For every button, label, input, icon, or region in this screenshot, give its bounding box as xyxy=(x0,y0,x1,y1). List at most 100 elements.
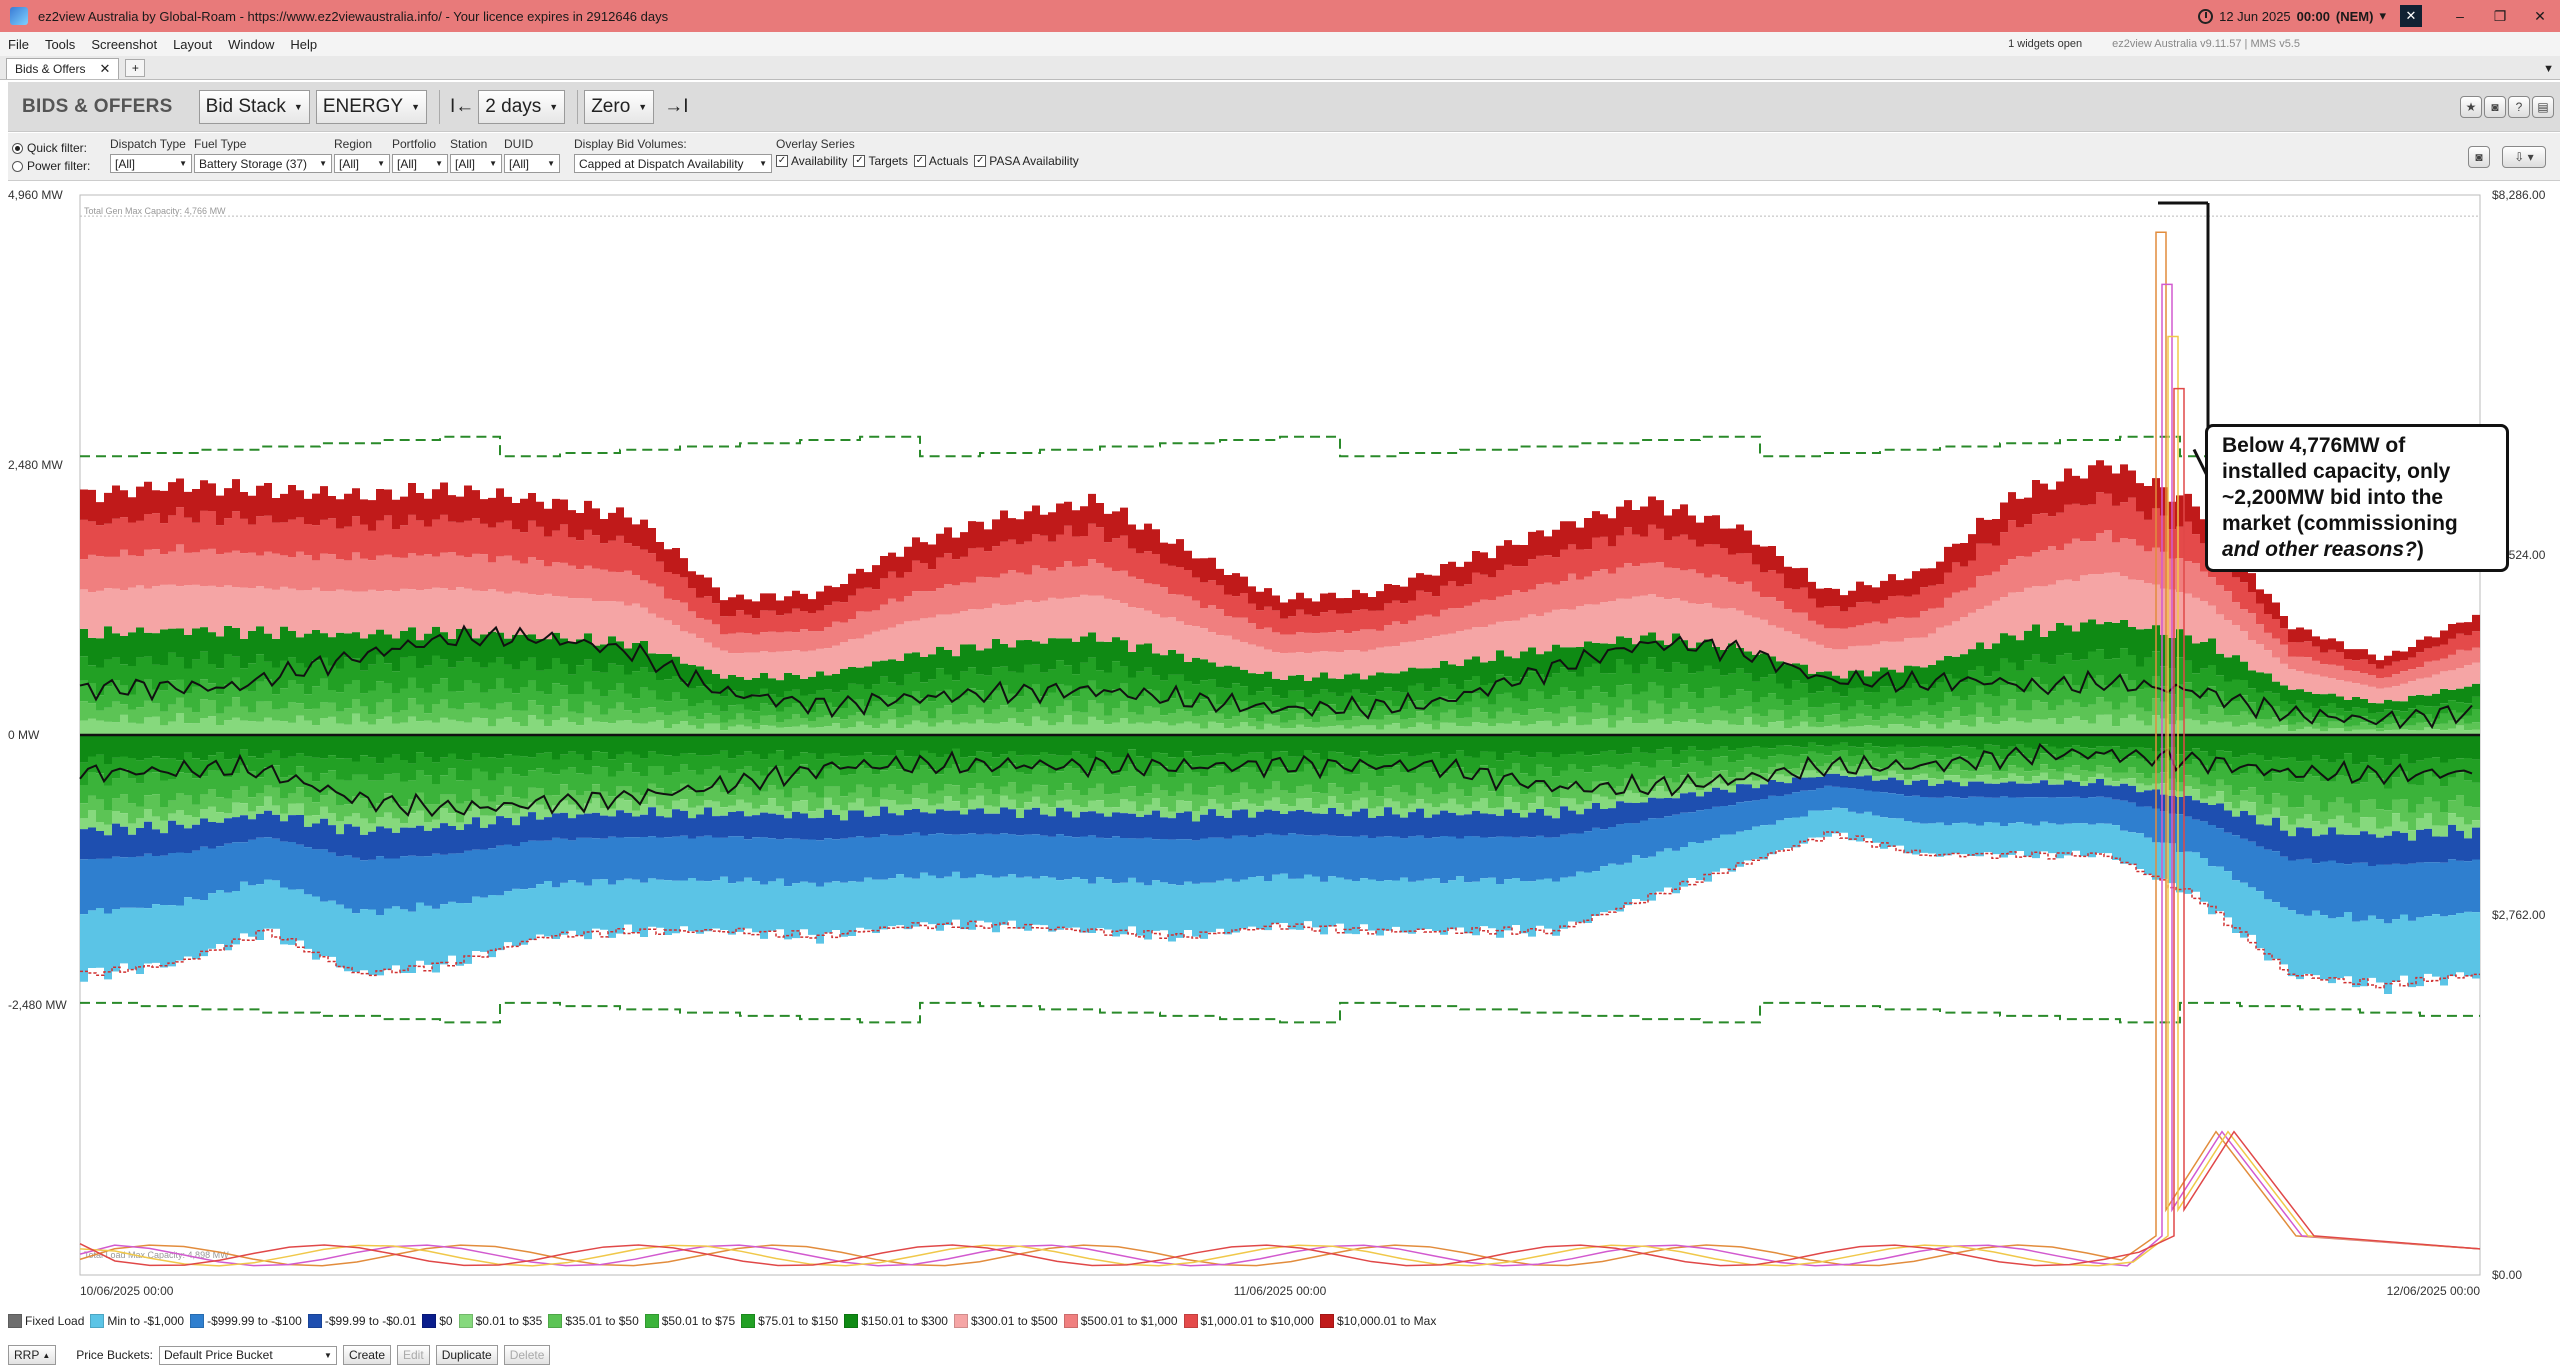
y-axis-tick-label: 2,480 MW xyxy=(8,458,63,472)
legend-item[interactable]: $0 xyxy=(422,1314,453,1328)
legend-label: $0.01 to $35 xyxy=(475,1314,543,1328)
x-axis-tick-label: 11/06/2025 00:00 xyxy=(1234,1284,1327,1298)
export-icon[interactable]: ⇩ ▾ xyxy=(2502,146,2546,168)
legend-item[interactable]: $150.01 to $300 xyxy=(844,1314,948,1328)
step-back-icon[interactable]: I← xyxy=(450,96,474,118)
legend-swatch xyxy=(953,1314,968,1328)
price-buckets-select[interactable]: Default Price Bucket ▼ xyxy=(158,1345,337,1365)
rrp-dropdown[interactable]: RRP ▲ xyxy=(8,1345,57,1365)
rrp-label: RRP xyxy=(14,1348,40,1362)
menu-screenshot[interactable]: Screenshot xyxy=(83,37,165,52)
minimize-button[interactable]: – xyxy=(2440,8,2480,24)
radio-icon xyxy=(12,160,23,172)
view-dropdown[interactable]: Bid Stack ▼ xyxy=(198,89,310,124)
zero-dropdown[interactable]: Zero ▼ xyxy=(584,89,655,124)
legend-item[interactable]: -$999.99 to -$100 xyxy=(190,1314,302,1328)
add-tab-button[interactable]: + xyxy=(125,59,146,77)
help-icon[interactable]: ? xyxy=(2508,95,2530,118)
availability-line xyxy=(80,1001,2480,1024)
legend-item[interactable]: Min to -$1,000 xyxy=(90,1314,184,1328)
legend-item[interactable]: $10,000.01 to Max xyxy=(1319,1314,1436,1328)
fuel-type-select[interactable]: Battery Storage (37) ▼ xyxy=(194,154,332,173)
station-select[interactable]: [All] ▼ xyxy=(450,154,502,173)
region-select[interactable]: [All] ▼ xyxy=(334,154,390,173)
duid-select[interactable]: [All] ▼ xyxy=(504,154,560,173)
legend-item[interactable]: $75.01 to $150 xyxy=(741,1314,838,1328)
portfolio-filter: Portfolio [All] ▼ xyxy=(392,137,448,173)
menu-tools[interactable]: Tools xyxy=(37,37,83,52)
market-clock[interactable]: 12 Jun 2025 00:00 (NEM) ▾ xyxy=(2198,8,2386,24)
legend-item[interactable]: $0.01 to $35 xyxy=(458,1314,543,1328)
quick-filter-radio[interactable]: Quick filter: xyxy=(12,139,90,157)
delete-button[interactable]: Delete xyxy=(503,1345,551,1365)
legend-label: $300.01 to $500 xyxy=(970,1314,1058,1328)
clock-market: (NEM) xyxy=(2335,8,2374,24)
bottom-bar: RRP ▲ Price Buckets: Default Price Bucket… xyxy=(8,1340,2560,1370)
clock-icon xyxy=(2198,8,2214,24)
star-icon[interactable]: ★ xyxy=(2460,95,2482,118)
power-filter-label: Power filter: xyxy=(27,159,91,173)
x-axis-tick-label: 10/06/2025 00:00 xyxy=(80,1284,174,1298)
mute-icon[interactable]: ✕ xyxy=(2400,5,2422,27)
duplicate-button[interactable]: Duplicate xyxy=(435,1345,498,1365)
legend-item[interactable]: $35.01 to $50 xyxy=(548,1314,639,1328)
app-window: ez2view Australia by Global-Roam - https… xyxy=(0,0,2560,1372)
step-forward-icon[interactable]: →I xyxy=(664,96,688,118)
span-value: 2 days xyxy=(485,95,542,117)
actuals-checkbox[interactable]: ✓ Actuals xyxy=(913,154,968,168)
window-title: ez2view Australia by Global-Roam - https… xyxy=(38,8,669,24)
dispatch-type-label: Dispatch Type xyxy=(110,137,186,151)
legend-item[interactable]: $500.01 to $1,000 xyxy=(1063,1314,1178,1328)
menu-layout[interactable]: Layout xyxy=(165,37,220,52)
span-dropdown[interactable]: 2 days ▼ xyxy=(478,89,566,124)
tab-bids-offers[interactable]: Bids & Offers ✕ xyxy=(6,58,120,79)
tab-strip: Bids & Offers ✕ + ▼ xyxy=(0,56,2560,80)
filter-bar: Quick filter: Power filter: Dispatch Typ… xyxy=(8,133,2560,181)
radio-icon xyxy=(12,142,23,154)
legend-swatch xyxy=(1183,1314,1198,1328)
close-button[interactable]: ✕ xyxy=(2520,8,2560,25)
menu-file[interactable]: File xyxy=(0,37,37,52)
legend-item[interactable]: -$99.99 to -$0.01 xyxy=(307,1314,416,1328)
menu-help[interactable]: Help xyxy=(282,37,325,52)
legend-item[interactable]: $1,000.01 to $10,000 xyxy=(1183,1314,1314,1328)
chevron-down-icon[interactable]: ▼ xyxy=(2543,63,2554,75)
price-buckets-value: Default Price Bucket xyxy=(163,1348,273,1362)
check-icon: ✓ xyxy=(853,155,866,167)
legend-swatch xyxy=(90,1314,105,1328)
create-button[interactable]: Create xyxy=(342,1345,391,1365)
widgets-open-count: 1 widgets open xyxy=(2008,38,2083,50)
portfolio-select[interactable]: [All] ▼ xyxy=(392,154,448,173)
close-icon[interactable]: ✕ xyxy=(99,61,110,77)
camera-icon[interactable]: ◙ xyxy=(2484,95,2506,118)
legend-label: $0 xyxy=(439,1314,453,1328)
market-dropdown[interactable]: ENERGY ▼ xyxy=(315,89,427,124)
camera-icon[interactable]: ◙ xyxy=(2468,146,2490,168)
bid-stack-chart[interactable]: Total Gen Max Capacity: 4,766 MW Total Lo… xyxy=(8,183,2560,1306)
annotation-line: market (commissioning xyxy=(2222,512,2458,535)
widget-header: BIDS & OFFERS Bid Stack ▼ ENERGY ▼ I← 2 da… xyxy=(8,82,2560,132)
availability-checkbox[interactable]: ✓ Availability xyxy=(776,154,847,168)
station-filter: Station [All] ▼ xyxy=(450,137,502,173)
targets-checkbox[interactable]: ✓ Targets xyxy=(853,154,908,168)
duid-filter: DUID [All] ▼ xyxy=(504,137,560,173)
chevron-down-icon: ▼ xyxy=(638,101,648,112)
clock-time: 00:00 xyxy=(2296,8,2330,24)
legend-item[interactable]: $300.01 to $500 xyxy=(953,1314,1058,1328)
edit-button[interactable]: Edit xyxy=(397,1345,430,1365)
dispatch-type-select[interactable]: [All] ▼ xyxy=(110,154,192,173)
menu-window[interactable]: Window xyxy=(220,37,282,52)
chevron-up-icon: ▲ xyxy=(42,1350,51,1360)
legend-swatch xyxy=(844,1314,859,1328)
legend-item[interactable]: $50.01 to $75 xyxy=(644,1314,735,1328)
comment-icon[interactable]: ▤ xyxy=(2532,95,2554,118)
pasa-availability-checkbox[interactable]: ✓ PASA Availability xyxy=(974,154,1079,168)
fuel-type-value: Battery Storage (37) xyxy=(199,156,308,171)
station-label: Station xyxy=(450,137,488,151)
restore-button[interactable]: ❐ xyxy=(2480,8,2520,25)
power-filter-radio[interactable]: Power filter: xyxy=(12,157,90,175)
display-bid-volumes-select[interactable]: Capped at Dispatch Availability ▼ xyxy=(574,154,772,173)
market-value: ENERGY xyxy=(322,95,404,117)
legend-swatch xyxy=(307,1314,322,1328)
legend-item[interactable]: Fixed Load xyxy=(8,1314,84,1328)
